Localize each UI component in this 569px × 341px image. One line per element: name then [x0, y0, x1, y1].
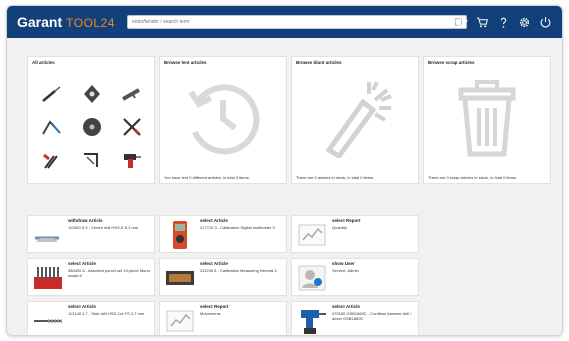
grinding-disc-icon: [83, 117, 101, 136]
card-title: select Article: [332, 304, 360, 309]
trash-icon: [458, 80, 516, 157]
multimeter-icon: [173, 221, 187, 249]
search-input[interactable]: [128, 16, 450, 28]
browse-scrap-panel[interactable]: Browse scrap articles There are 0 scrap …: [423, 56, 551, 184]
category-pliers[interactable]: [32, 144, 72, 177]
insert-icon: [84, 84, 100, 103]
card-select-report[interactable]: select Report Quantity: [291, 215, 419, 253]
category-measure[interactable]: [112, 77, 152, 110]
card-description: 380420 6 - Assorted punch set 10-piece M…: [68, 268, 150, 278]
card-title: select Article: [200, 218, 228, 223]
all-articles-panel[interactable]: All articles: [27, 56, 155, 184]
centre-drill-icon: [35, 236, 59, 242]
card-select-article[interactable]: select Article 070160 GSB1860C - Cordles…: [291, 301, 419, 335]
card-title: withdraw Article: [68, 218, 103, 223]
brand-main: Garant: [17, 14, 63, 30]
stub-drill-icon: [34, 319, 62, 323]
panel-title: Browse scrap articles: [428, 60, 475, 65]
category-grid: [32, 77, 152, 177]
category-clamp[interactable]: [32, 110, 72, 143]
card-title: select Article: [68, 261, 96, 266]
search-box: [127, 15, 467, 29]
card-select-article[interactable]: select Article 217710 3 - Calibration Di…: [159, 215, 287, 253]
top-bar: Garant TOOL24: [7, 6, 562, 38]
logo[interactable]: Garant TOOL24: [17, 13, 115, 32]
category-power-tool[interactable]: [112, 144, 152, 177]
cart-icon[interactable]: [476, 16, 489, 29]
card-title: show User: [332, 261, 355, 266]
app-window: GarantTOOL24 All articles: [6, 5, 563, 336]
help-icon[interactable]: [497, 16, 510, 29]
toolbar-icons: [455, 14, 552, 30]
clamp-icon: [42, 120, 61, 135]
settings-icon[interactable]: [518, 16, 531, 29]
card-title: select Report: [332, 218, 361, 223]
caliper-icon: [122, 87, 140, 101]
card-title: select Report: [200, 304, 229, 309]
screwdriver-icon: [123, 118, 141, 136]
chart-report-icon: [298, 224, 326, 246]
card-withdraw-article[interactable]: withdraw Article 111060 6.3 - Centre dri…: [27, 215, 155, 253]
card-select-report[interactable]: select Report Movements: [159, 301, 287, 335]
category-screwdriver[interactable]: [112, 110, 152, 143]
panel-footer: There are 0 scrap articles in stock, in …: [428, 175, 518, 180]
chart-report-icon: [166, 310, 194, 332]
star-icon[interactable]: [455, 15, 468, 29]
card-select-article[interactable]: select Article 311240 3 - Calibration Me…: [159, 258, 287, 296]
category-saw[interactable]: [72, 144, 112, 177]
power-drill-icon: [124, 154, 141, 169]
category-drill[interactable]: [32, 77, 72, 110]
drill-bit-icon: [42, 86, 61, 102]
panel-footer: There are 0 articles in stock, in total …: [296, 175, 375, 180]
card-description: 311240 3 - Calibration Measuring Interna…: [200, 268, 277, 273]
card-description: 111060 6.3 - Centre drill HSS-E 6.3 mm: [68, 225, 139, 230]
user-icon: [298, 265, 326, 291]
pliers-icon: [43, 154, 58, 169]
history-clock-icon: [188, 84, 260, 155]
panel-title: Browse blunt articles: [296, 60, 342, 65]
card-select-article[interactable]: select Article 380420 6 - Assorted punch…: [27, 258, 155, 296]
measuring-case-icon: [166, 271, 194, 285]
cordless-drill-icon: [301, 310, 326, 334]
card-description: 070160 GSB1860C - Cordless hammer drill …: [332, 311, 412, 321]
browse-lent-panel[interactable]: Browse lent articles You have lent 0 dif…: [159, 56, 287, 184]
card-title: select Article: [200, 261, 228, 266]
category-insert[interactable]: [72, 77, 112, 110]
card-description: 217710 3 - Calibration Digital multimete…: [200, 225, 275, 230]
punch-set-icon: [34, 267, 62, 289]
browse-blunt-panel[interactable]: Browse blunt articles There are 0 articl…: [291, 56, 419, 184]
saw-icon: [84, 153, 98, 168]
card-description: Service, Admin: [332, 268, 359, 273]
card-select-article[interactable]: select Article 113140 3.7 - Stub drill H…: [27, 301, 155, 335]
card-title: select Article: [68, 304, 96, 309]
panel-title: Browse lent articles: [164, 60, 207, 65]
category-disc[interactable]: [72, 110, 112, 143]
card-description: Movements: [200, 311, 221, 316]
broken-drill-icon: [325, 81, 392, 158]
card-description: 113140 3.7 - Stub drill HSS Cut FS 3.7 m…: [68, 311, 145, 316]
brand-sub: TOOL24: [66, 16, 115, 30]
panel-title: All articles: [32, 60, 55, 65]
panel-footer: You have lent 0 different articles, in t…: [164, 175, 250, 180]
card-description: Quantity: [332, 225, 347, 230]
power-icon[interactable]: [539, 16, 552, 29]
card-show-user[interactable]: show User Service, Admin: [291, 258, 419, 296]
